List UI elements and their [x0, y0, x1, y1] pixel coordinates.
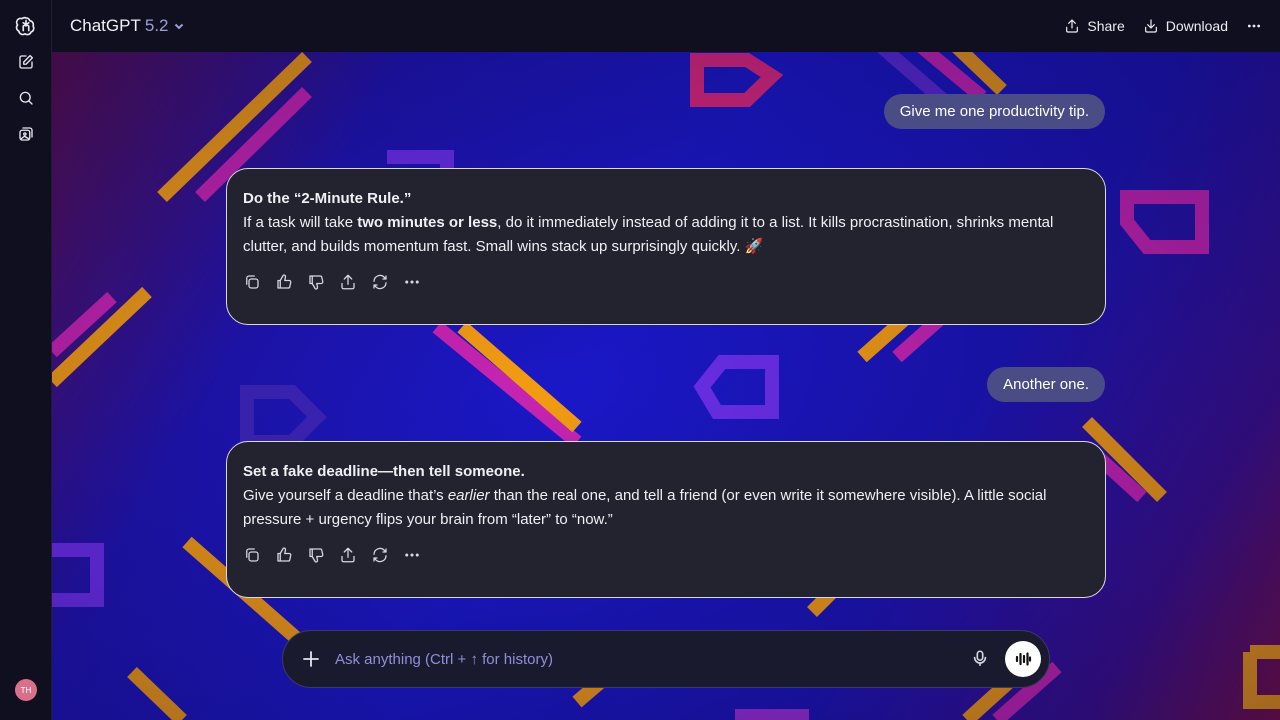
share-button[interactable]: Share	[1064, 18, 1125, 34]
user-message-text: Another one.	[1003, 376, 1089, 393]
copy-button[interactable]	[243, 546, 261, 564]
body-text: If a task will take	[243, 214, 358, 231]
message-actions	[243, 546, 1089, 564]
chevron-down-icon	[174, 23, 183, 30]
more-options-button[interactable]	[1246, 18, 1262, 34]
thumbs-up-button[interactable]	[275, 546, 293, 564]
assistant-message-heading: Set a fake deadline—then tell someone.	[243, 463, 525, 480]
composer	[282, 630, 1050, 688]
more-horizontal-icon	[1247, 24, 1261, 28]
more-horizontal-icon	[405, 553, 419, 557]
body-text: Give yourself a deadline that’s	[243, 487, 448, 504]
download-button[interactable]: Download	[1143, 18, 1228, 34]
chat-area: Give me one productivity tip. Do the “2-…	[52, 52, 1280, 720]
voice-mode-button[interactable]	[1005, 641, 1041, 677]
top-bar: ChatGPT 5.2 Share Download	[52, 0, 1280, 52]
share-label: Share	[1087, 18, 1125, 34]
message-input[interactable]	[335, 650, 971, 668]
share-icon	[341, 274, 355, 290]
search-icon[interactable]	[14, 86, 38, 110]
share-icon	[341, 547, 355, 563]
avatar-initials: TH	[20, 685, 32, 695]
share-icon	[1066, 19, 1079, 33]
add-attachment-button[interactable]	[301, 649, 321, 669]
regenerate-button[interactable]	[371, 546, 389, 564]
assistant-message-heading: Do the “2-Minute Rule.”	[243, 190, 412, 207]
library-icon[interactable]	[14, 122, 38, 146]
user-message: Another one.	[987, 367, 1105, 402]
user-message-text: Give me one productivity tip.	[899, 103, 1089, 120]
thumbs-down-button[interactable]	[307, 546, 325, 564]
model-selector[interactable]: ChatGPT 5.2	[70, 16, 185, 36]
top-actions: Share Download	[1064, 18, 1262, 34]
more-options-button[interactable]	[403, 273, 421, 291]
thumbs-up-icon	[277, 547, 292, 562]
assistant-message: Do the “2-Minute Rule.” If a task will t…	[226, 168, 1106, 325]
assistant-message-body: Give yourself a deadline that’s earlier …	[243, 484, 1089, 532]
thumbs-up-icon	[277, 274, 292, 289]
body-italic-text: earlier	[447, 487, 490, 504]
regenerate-icon	[373, 274, 387, 290]
plus-icon	[303, 651, 319, 667]
thumbs-down-button[interactable]	[307, 273, 325, 291]
assistant-message-body: If a task will take two minutes or less,…	[243, 211, 1089, 259]
download-icon	[1144, 19, 1157, 33]
thumbs-up-button[interactable]	[275, 273, 293, 291]
model-name: ChatGPT	[70, 16, 141, 35]
copy-icon	[246, 275, 259, 289]
model-version: 5.2	[144, 16, 169, 35]
sidebar: TH	[0, 0, 52, 720]
more-options-button[interactable]	[403, 546, 421, 564]
thumbs-down-icon	[309, 275, 324, 290]
new-chat-icon[interactable]	[14, 50, 38, 74]
assistant-message: Set a fake deadline—then tell someone. G…	[226, 441, 1106, 598]
voice-waveform-icon	[1015, 652, 1032, 666]
avatar[interactable]: TH	[15, 679, 37, 701]
microphone-icon	[973, 650, 987, 667]
regenerate-icon	[373, 547, 387, 563]
body-bold-text: two minutes or less	[357, 214, 498, 231]
message-actions	[243, 273, 1089, 291]
share-message-button[interactable]	[339, 546, 357, 564]
dictate-button[interactable]	[971, 649, 991, 669]
share-message-button[interactable]	[339, 273, 357, 291]
copy-icon	[246, 548, 259, 562]
more-horizontal-icon	[405, 280, 419, 284]
user-message: Give me one productivity tip.	[883, 94, 1105, 129]
regenerate-button[interactable]	[371, 273, 389, 291]
openai-logo-icon[interactable]	[14, 14, 38, 38]
copy-button[interactable]	[243, 273, 261, 291]
download-label: Download	[1165, 18, 1228, 34]
thumbs-down-icon	[309, 548, 324, 563]
